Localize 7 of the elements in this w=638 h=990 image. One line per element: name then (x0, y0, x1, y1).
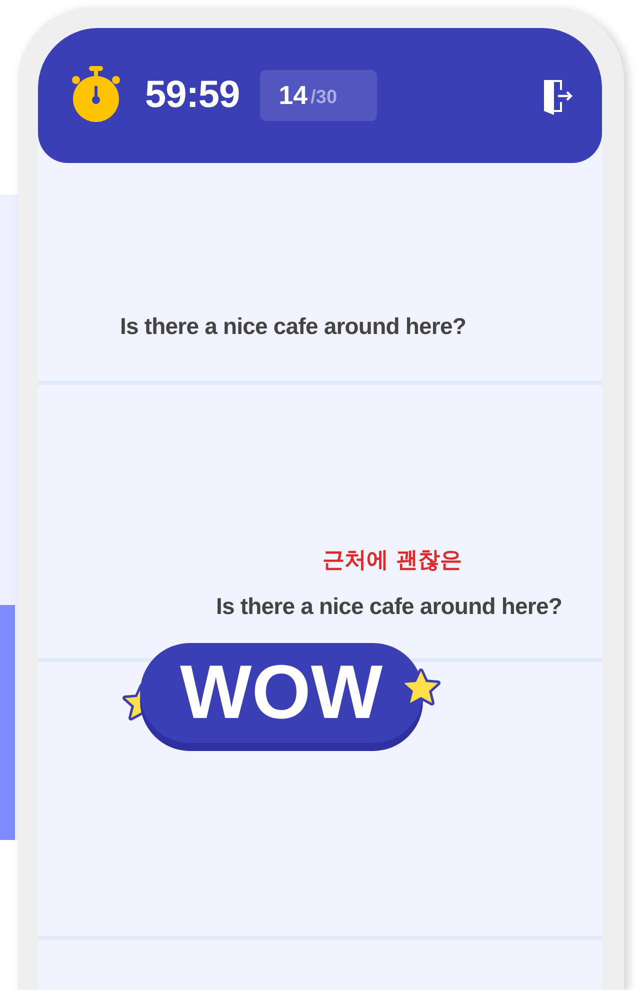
korean-hint-text: 근처에 괜찮은 (322, 547, 462, 575)
wow-sticker: WOW (140, 643, 423, 743)
answer-text: Is there a nice cafe around here? (216, 593, 562, 620)
progress-counter: 14/30 (260, 70, 377, 121)
stopwatch-icon (70, 64, 122, 122)
question-text: Is there a nice cafe around here? (120, 313, 467, 340)
timer-text: 59:59 (145, 74, 240, 117)
